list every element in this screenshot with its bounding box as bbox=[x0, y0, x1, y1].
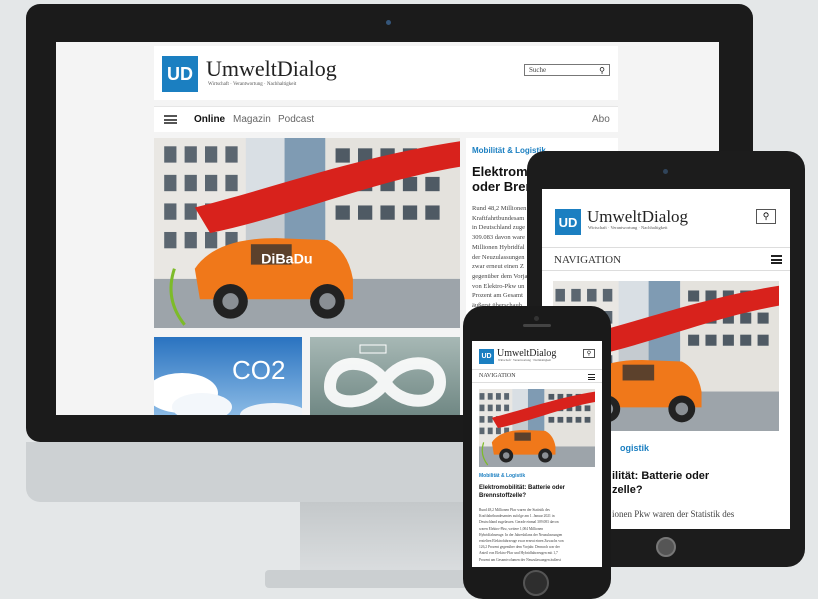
tablet-site-logo[interactable]: UD bbox=[555, 209, 581, 235]
phone-screen: UD UmweltDialog Wirtschaft · Verantwortu… bbox=[472, 341, 602, 567]
hamburger-icon[interactable] bbox=[588, 374, 595, 380]
phone-article-headline[interactable]: Elektromobilität: Batterie oder Brennsto… bbox=[479, 484, 565, 500]
phone-camera bbox=[534, 316, 539, 321]
search-icon[interactable]: ⚲ bbox=[599, 66, 605, 75]
phone-site-tagline: Wirtschaft · Verantwortung · Nachhaltigk… bbox=[498, 358, 551, 362]
tablet-article-excerpt: ionen Pkw waren der Statistik des bbox=[612, 509, 735, 519]
co2-text: CO2 bbox=[232, 355, 285, 385]
site-name[interactable]: UmweltDialog bbox=[206, 56, 337, 82]
circular-economy-teaser-image[interactable] bbox=[310, 337, 460, 415]
co2-teaser-image[interactable]: CO2 bbox=[154, 337, 302, 415]
search-icon[interactable]: ⚲ bbox=[756, 209, 776, 224]
navigation-label[interactable]: NAVIGATION bbox=[479, 373, 516, 379]
hamburger-icon[interactable] bbox=[771, 255, 782, 264]
phone-speaker bbox=[523, 324, 551, 327]
search-input[interactable]: Suche ⚲ bbox=[524, 64, 610, 76]
tablet-camera bbox=[663, 169, 668, 174]
tablet-article-kicker[interactable]: ogistik bbox=[620, 443, 649, 453]
phone-site-logo[interactable]: UD bbox=[479, 349, 494, 364]
phone-hero-image[interactable] bbox=[479, 389, 595, 467]
car-badge: DiBaDu bbox=[261, 252, 313, 268]
smartphone-device: UD UmweltDialog Wirtschaft · Verantwortu… bbox=[463, 306, 611, 599]
nav-magazin[interactable]: Magazin bbox=[233, 114, 271, 125]
phone-navigation-bar[interactable]: NAVIGATION bbox=[472, 369, 602, 383]
site-header: UD UmweltDialog Wirtschaft · Verantwortu… bbox=[154, 46, 618, 100]
article-excerpt: Rund 48,2 Millionen Kraftfahrtbundesam i… bbox=[472, 205, 528, 309]
phone-article-excerpt: Rund 48,2 Millionen Pkw waren der Statis… bbox=[479, 508, 564, 562]
phone-article-kicker[interactable]: Mobilität & Logistik bbox=[479, 473, 525, 479]
site-logo[interactable]: UD bbox=[162, 56, 198, 92]
hamburger-icon[interactable] bbox=[164, 115, 177, 124]
tablet-site-tagline: Wirtschaft · Verantwortung · Nachhaltigk… bbox=[588, 225, 668, 230]
hero-image[interactable]: DiBaDu bbox=[154, 138, 460, 328]
nav-podcast[interactable]: Podcast bbox=[278, 114, 314, 125]
tablet-site-name[interactable]: UmweltDialog bbox=[587, 207, 688, 227]
search-icon[interactable]: ⚲ bbox=[583, 349, 595, 358]
tablet-article-headline[interactable]: ilität: Batterie oder zelle? bbox=[612, 469, 709, 497]
search-placeholder: Suche bbox=[529, 66, 547, 74]
main-navigation: Online Magazin Podcast Abo bbox=[154, 106, 618, 132]
nav-abo[interactable]: Abo bbox=[592, 114, 610, 125]
webcam bbox=[386, 20, 391, 25]
navigation-label[interactable]: NAVIGATION bbox=[554, 254, 621, 266]
phone-home-button[interactable] bbox=[523, 570, 549, 596]
site-tagline: Wirtschaft · Verantwortung · Nachhaltigk… bbox=[208, 82, 297, 87]
tablet-navigation-bar[interactable]: NAVIGATION bbox=[542, 247, 790, 271]
nav-online[interactable]: Online bbox=[194, 114, 225, 125]
monitor-stand bbox=[300, 502, 478, 572]
tablet-home-button[interactable] bbox=[656, 537, 676, 557]
